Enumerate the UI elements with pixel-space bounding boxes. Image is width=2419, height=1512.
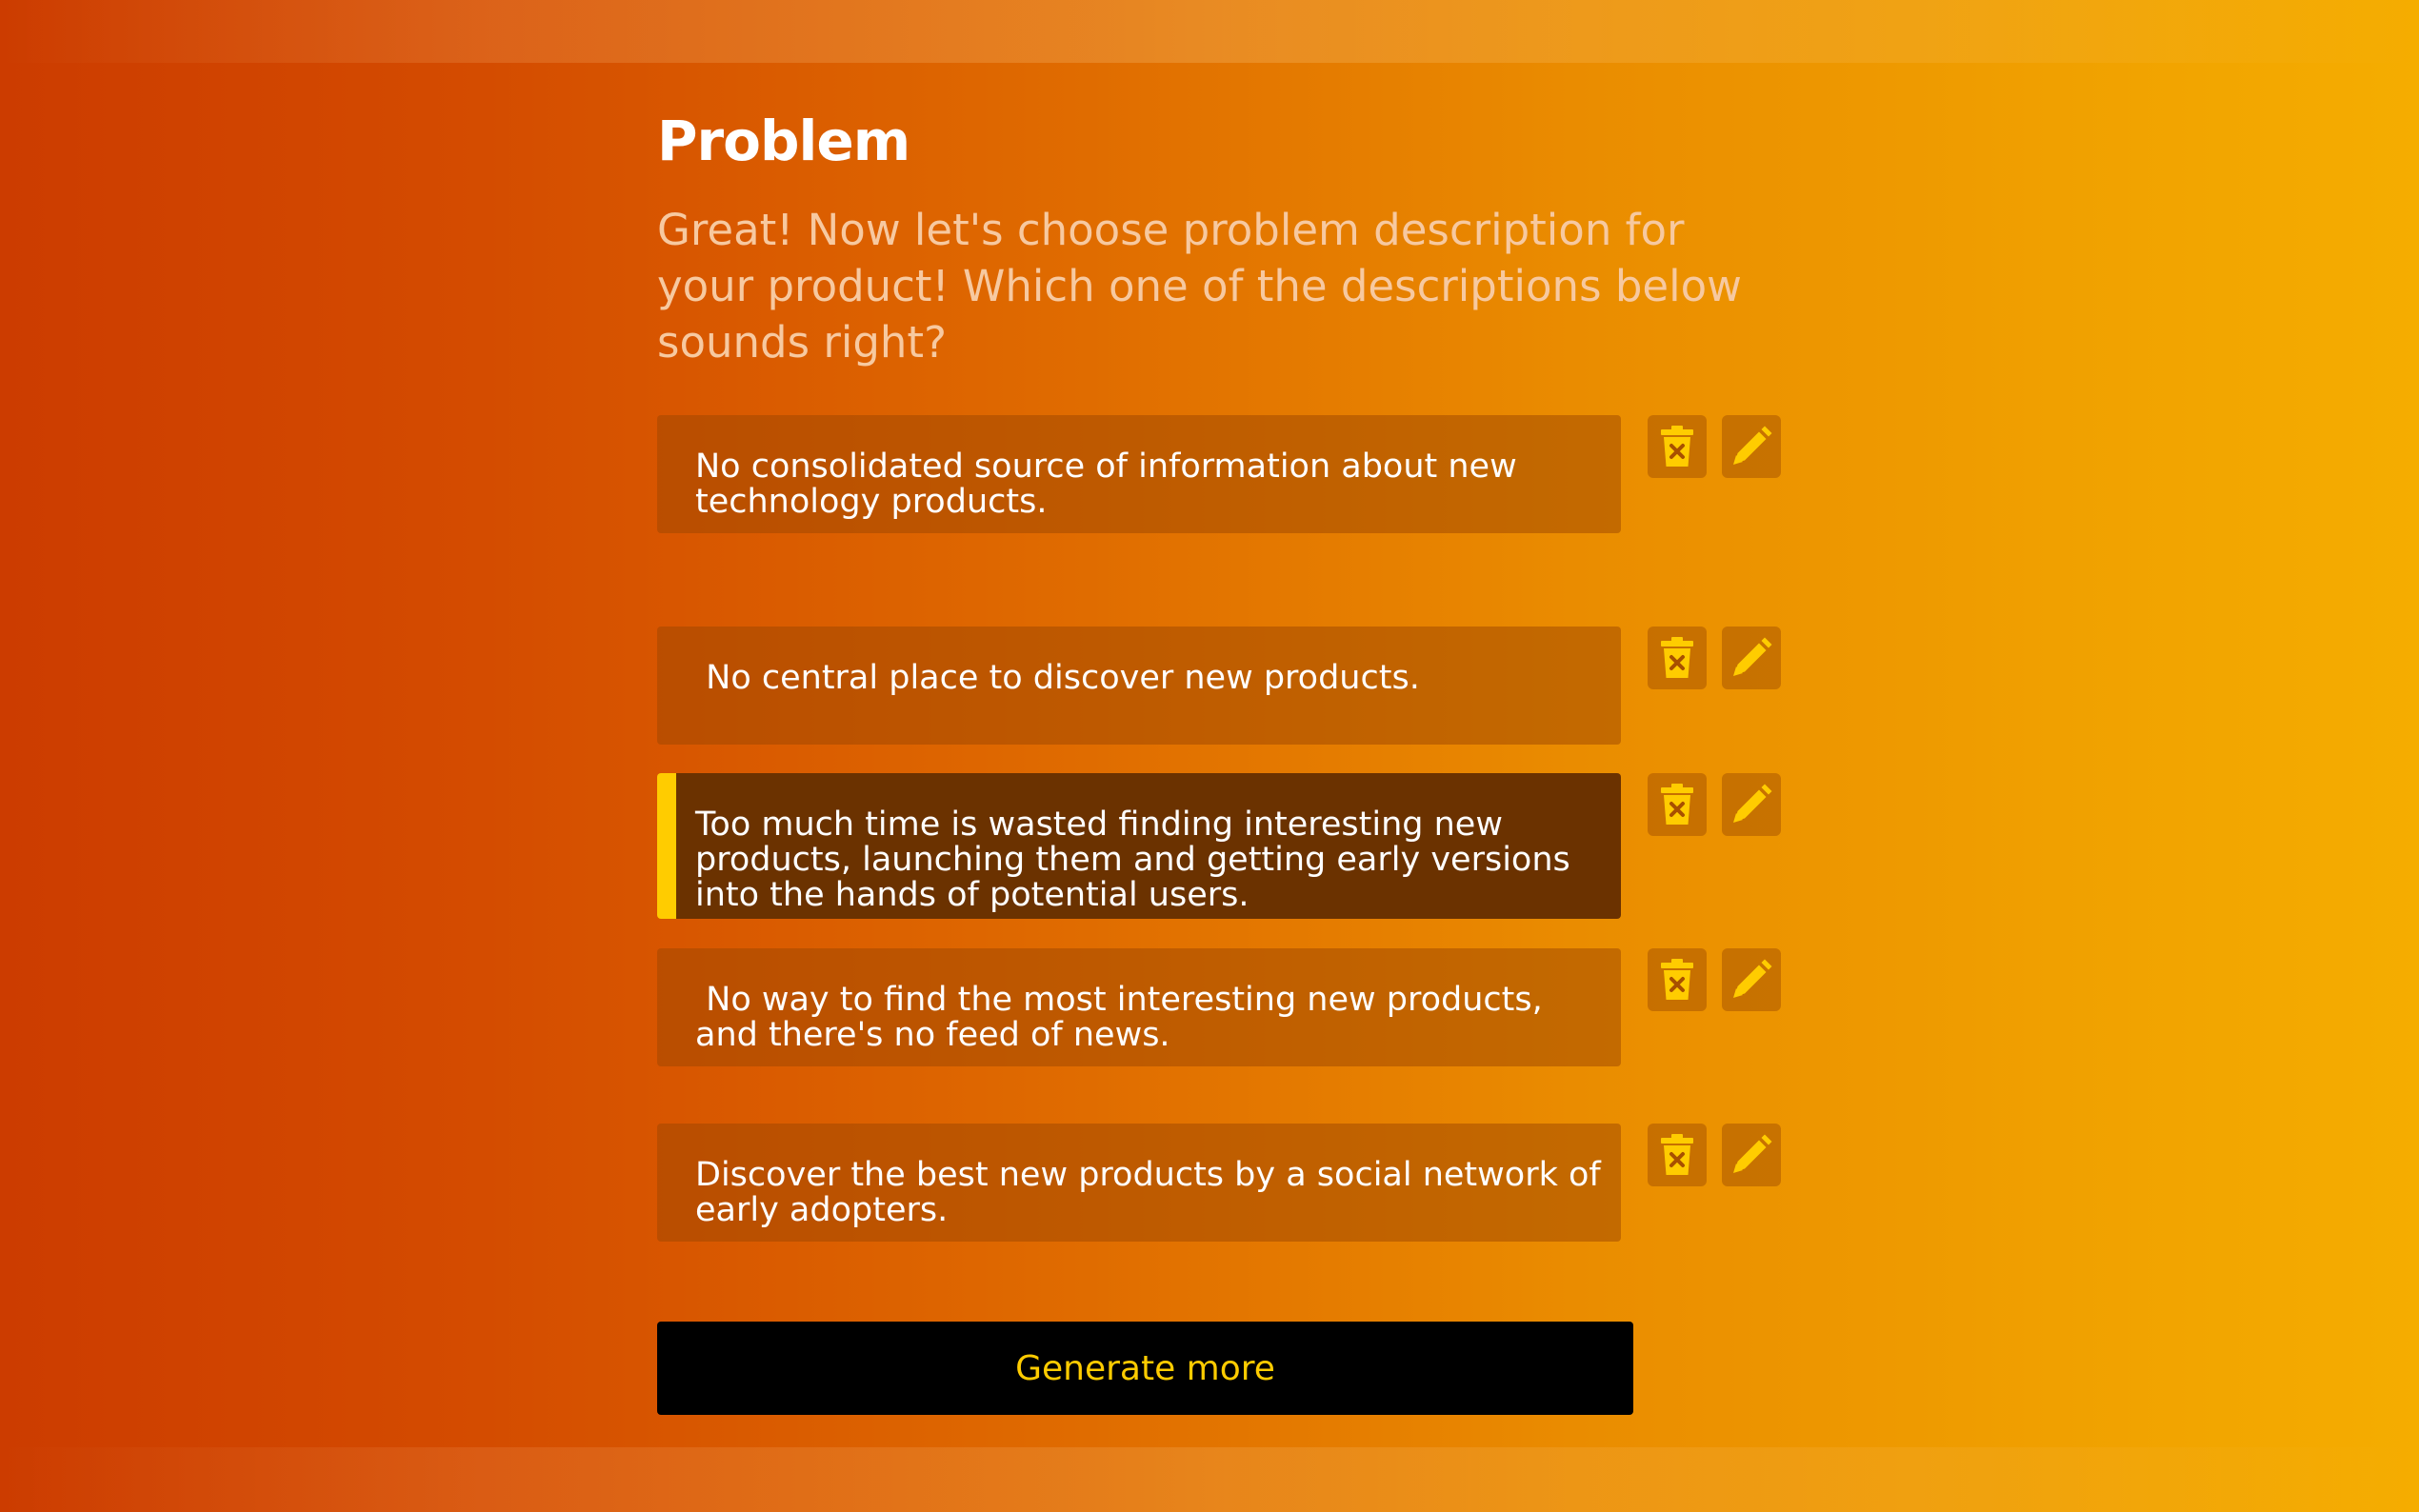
- trash-icon: [1658, 1133, 1696, 1177]
- delete-option-button[interactable]: [1648, 773, 1707, 836]
- trash-icon: [1658, 958, 1696, 1002]
- option-item-5[interactable]: Discover the best new products by a soci…: [657, 1124, 1621, 1242]
- trash-icon: [1658, 636, 1696, 680]
- pencil-icon: [1729, 958, 1773, 1002]
- delete-option-button[interactable]: [1648, 415, 1707, 478]
- page-title: Problem: [657, 109, 910, 173]
- pencil-icon: [1729, 783, 1773, 826]
- pencil-icon: [1729, 636, 1773, 680]
- delete-option-button[interactable]: [1648, 1124, 1707, 1186]
- trash-icon: [1658, 783, 1696, 826]
- trash-icon: [1658, 425, 1696, 468]
- option-item-3-selected[interactable]: Too much time is wasted finding interest…: [657, 773, 1621, 919]
- page-subtitle: Great! Now let's choose problem descript…: [657, 205, 1742, 368]
- top-band: [0, 0, 2419, 63]
- pencil-icon: [1729, 425, 1773, 468]
- edit-option-button[interactable]: [1722, 773, 1781, 836]
- edit-option-button[interactable]: [1722, 948, 1781, 1011]
- option-text: No way to find the most interesting new …: [695, 981, 1553, 1054]
- option-text: Too much time is wasted finding interest…: [695, 806, 1581, 914]
- edit-option-button[interactable]: [1722, 1124, 1781, 1186]
- edit-option-button[interactable]: [1722, 627, 1781, 689]
- delete-option-button[interactable]: [1648, 948, 1707, 1011]
- delete-option-button[interactable]: [1648, 627, 1707, 689]
- option-text: No consolidated source of information ab…: [695, 448, 1528, 521]
- option-text: No central place to discover new product…: [695, 659, 1420, 697]
- option-item-1[interactable]: No consolidated source of information ab…: [657, 415, 1621, 533]
- edit-option-button[interactable]: [1722, 415, 1781, 478]
- pencil-icon: [1729, 1133, 1773, 1177]
- option-item-2[interactable]: No central place to discover new product…: [657, 627, 1621, 745]
- option-item-4[interactable]: No way to find the most interesting new …: [657, 948, 1621, 1066]
- option-text: Discover the best new products by a soci…: [695, 1156, 1611, 1229]
- bottom-band: [0, 1447, 2419, 1512]
- generate-more-button[interactable]: Generate more: [657, 1322, 1633, 1415]
